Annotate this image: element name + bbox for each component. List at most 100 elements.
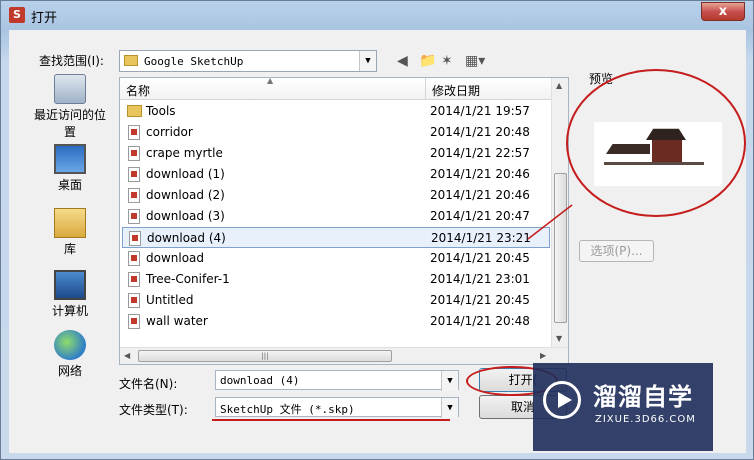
skp-file-icon bbox=[128, 314, 140, 329]
file-date: 2014/1/21 20:46 bbox=[430, 188, 530, 202]
skp-file-icon bbox=[129, 231, 141, 246]
file-date: 2014/1/21 20:46 bbox=[430, 167, 530, 181]
skp-file-icon bbox=[128, 209, 140, 224]
file-name: download bbox=[146, 251, 205, 265]
skp-file-icon bbox=[128, 146, 140, 161]
file-name: download (2) bbox=[146, 188, 225, 202]
lookin-label: 查找范围(I): bbox=[39, 54, 104, 68]
skp-file-icon bbox=[128, 272, 140, 287]
column-divider[interactable] bbox=[425, 78, 426, 100]
file-list[interactable]: ▲ 名称 修改日期 Tools 2014/1/21 19:57 corridor… bbox=[119, 76, 569, 365]
file-date: 2014/1/21 22:57 bbox=[430, 146, 530, 160]
scroll-thumb[interactable] bbox=[554, 173, 567, 323]
window-title: 打开 bbox=[31, 11, 58, 26]
scroll-down-icon[interactable]: ▼ bbox=[556, 334, 562, 343]
folder-icon bbox=[124, 55, 138, 66]
filename-value: download (4) bbox=[220, 374, 300, 387]
filename-label: 文件名(N): bbox=[119, 377, 178, 391]
list-item[interactable]: wall water 2014/1/21 20:48 bbox=[122, 311, 550, 332]
filetype-value: SketchUp 文件 (*.skp) bbox=[220, 403, 355, 416]
file-date: 2014/1/21 19:57 bbox=[430, 104, 530, 118]
scroll-up-icon[interactable]: ▲ bbox=[556, 81, 562, 90]
close-button[interactable]: x bbox=[701, 2, 745, 21]
list-item[interactable]: corridor 2014/1/21 20:48 bbox=[122, 122, 550, 143]
scroll-left-icon[interactable]: ◀ bbox=[124, 351, 130, 360]
desktop-icon bbox=[54, 144, 86, 174]
lookin-value: Google SketchUp bbox=[144, 55, 244, 68]
place-desktop[interactable]: 桌面 bbox=[29, 144, 111, 193]
scroll-right-icon[interactable]: ▶ bbox=[540, 351, 546, 360]
chevron-down-icon[interactable]: ▼ bbox=[441, 398, 458, 418]
lookin-dropdown[interactable]: Google SketchUp ▼ bbox=[119, 50, 377, 72]
file-date: 2014/1/21 20:48 bbox=[430, 125, 530, 139]
recent-places-icon bbox=[54, 74, 86, 104]
file-name: download (4) bbox=[147, 231, 226, 245]
list-item[interactable]: Tree-Conifer-1 2014/1/21 23:01 bbox=[122, 269, 550, 290]
horizontal-scrollbar[interactable]: ◀ ||| ▶ bbox=[120, 347, 568, 364]
pavilion-body bbox=[652, 140, 682, 162]
pavilion-base bbox=[604, 162, 704, 165]
filetype-dropdown[interactable]: SketchUp 文件 (*.skp) ▼ bbox=[215, 397, 459, 418]
sort-up-icon: ▲ bbox=[267, 76, 274, 85]
list-item[interactable]: download 2014/1/21 20:45 bbox=[122, 248, 550, 269]
list-item[interactable]: Untitled 2014/1/21 20:45 bbox=[122, 290, 550, 311]
title-bar: S 打开 x bbox=[1, 1, 753, 29]
place-network[interactable]: 网络 bbox=[29, 330, 111, 379]
skp-file-icon bbox=[128, 188, 140, 203]
skp-file-icon bbox=[128, 251, 140, 266]
annotation-arrow bbox=[527, 204, 573, 240]
list-item[interactable]: download (3) 2014/1/21 20:47 bbox=[122, 206, 550, 227]
list-header: ▲ 名称 修改日期 bbox=[120, 76, 552, 100]
file-date: 2014/1/21 20:45 bbox=[430, 251, 530, 265]
place-label: 网络 bbox=[57, 364, 82, 378]
libraries-icon bbox=[54, 208, 86, 238]
pavilion-roof bbox=[646, 128, 686, 140]
options-button[interactable]: 选项(P)... bbox=[579, 240, 654, 262]
watermark-title: 溜溜自学 bbox=[593, 383, 693, 411]
scroll-thumb[interactable]: ||| bbox=[138, 350, 392, 362]
place-computer[interactable]: 计算机 bbox=[29, 270, 111, 319]
skp-file-icon bbox=[128, 167, 140, 182]
new-folder-icon[interactable]: ✶ bbox=[441, 53, 453, 69]
file-name: Untitled bbox=[146, 293, 194, 307]
place-libraries[interactable]: 库 bbox=[29, 208, 111, 257]
computer-icon bbox=[54, 270, 86, 300]
file-name: download (3) bbox=[146, 209, 225, 223]
chevron-down-icon[interactable]: ▼ bbox=[359, 51, 376, 71]
filename-input[interactable]: download (4) ▼ bbox=[215, 370, 459, 391]
list-item[interactable]: crape myrtle 2014/1/21 22:57 bbox=[122, 143, 550, 164]
pavilion-wing bbox=[606, 144, 650, 154]
list-item[interactable]: download (2) 2014/1/21 20:46 bbox=[122, 185, 550, 206]
play-logo-icon bbox=[543, 381, 581, 419]
place-label: 桌面 bbox=[57, 178, 82, 192]
file-name: wall water bbox=[146, 314, 208, 328]
file-date: 2014/1/21 20:45 bbox=[430, 293, 530, 307]
list-item-selected[interactable]: download (4) 2014/1/21 23:21 bbox=[122, 227, 550, 248]
skp-file-icon bbox=[128, 293, 140, 308]
places-bar: 最近访问的位置 桌面 库 计算机 网络 bbox=[29, 74, 111, 394]
preview-image bbox=[594, 122, 722, 186]
network-icon bbox=[54, 330, 86, 360]
file-name: download (1) bbox=[146, 167, 225, 181]
view-menu-icon[interactable]: ▦▾ bbox=[465, 53, 485, 69]
filetype-label: 文件类型(T): bbox=[119, 403, 188, 417]
watermark-subtitle: ZIXUE.3D66.COM bbox=[595, 414, 696, 425]
column-date-header[interactable]: 修改日期 bbox=[432, 82, 480, 99]
chevron-down-icon[interactable]: ▼ bbox=[441, 371, 458, 391]
column-name-header[interactable]: 名称 bbox=[126, 82, 150, 99]
up-folder-icon[interactable]: 📁 bbox=[419, 53, 436, 69]
folder-icon bbox=[127, 105, 142, 117]
list-item[interactable]: download (1) 2014/1/21 20:46 bbox=[122, 164, 550, 185]
file-date: 2014/1/21 20:47 bbox=[430, 209, 530, 223]
list-item[interactable]: Tools 2014/1/21 19:57 bbox=[122, 101, 550, 122]
back-arrow-icon[interactable]: ◀ bbox=[397, 53, 408, 69]
watermark: 溜溜自学 ZIXUE.3D66.COM bbox=[533, 363, 713, 451]
file-name: Tree-Conifer-1 bbox=[146, 272, 230, 286]
place-recent[interactable]: 最近访问的位置 bbox=[29, 74, 111, 140]
place-label: 最近访问的位置 bbox=[33, 108, 106, 139]
place-label: 库 bbox=[63, 242, 76, 256]
file-name: crape myrtle bbox=[146, 146, 223, 160]
preview-label: 预览 bbox=[589, 72, 614, 86]
sketchup-icon: S bbox=[9, 7, 25, 23]
file-date: 2014/1/21 23:21 bbox=[431, 231, 531, 245]
